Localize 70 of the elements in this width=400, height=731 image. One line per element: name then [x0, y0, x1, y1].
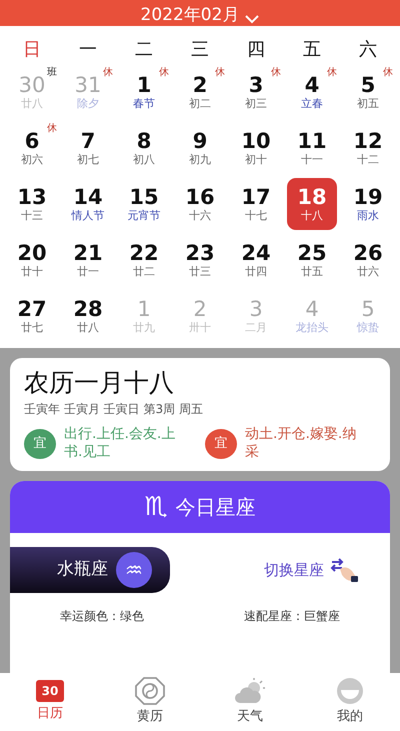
day-cell[interactable]: 9 初九 [175, 122, 225, 174]
day-cell[interactable]: 19 雨水 [343, 178, 393, 230]
day-cell[interactable]: 31 除夕 休 [63, 66, 113, 118]
current-sign-pill[interactable]: 水瓶座 ♒ [10, 547, 170, 593]
suitability-badge: 宜 [24, 428, 56, 458]
tab-button[interactable]: 我的 [300, 673, 400, 731]
holiday-mark: 休 [47, 124, 57, 134]
day-cell[interactable]: 22 廿二 [119, 234, 169, 286]
weekday-label: 三 [190, 38, 210, 62]
day-cell[interactable]: 10 初十 [231, 122, 281, 174]
day-cell[interactable]: 11 十一 [287, 122, 337, 174]
hand-swap-icon [330, 557, 360, 583]
holiday-mark: 休 [159, 68, 169, 78]
dropdown-caret-icon[interactable] [245, 15, 260, 24]
tab-button[interactable]: 天气 [200, 673, 300, 731]
weekday-label: 四 [246, 38, 266, 62]
holiday-mark: 休 [271, 68, 281, 78]
day-cell[interactable]: 6 初六 休 [7, 122, 57, 174]
bagua-icon [135, 677, 165, 706]
month-title[interactable]: 2022年02月 [140, 7, 240, 24]
cloud-sun-icon [234, 677, 266, 706]
smiley-icon [336, 677, 364, 706]
zodiac-fact: 幸运颜色：绿色 [60, 608, 144, 625]
day-cell[interactable]: 16 十六 [175, 178, 225, 230]
holiday-mark: 休 [103, 68, 113, 78]
day-cell[interactable]: 12 十二 [343, 122, 393, 174]
day-cell[interactable]: 5 初五 休 [343, 66, 393, 118]
day-cell[interactable]: 18 十八 [287, 178, 337, 230]
zodiac-fact: 速配星座：巨蟹座 [244, 608, 340, 625]
tab-button[interactable]: 黄历 [100, 673, 200, 731]
weekday-label: 一 [78, 38, 98, 62]
activities-text: 动土.开仓.嫁娶.纳采 [245, 426, 358, 461]
weekday-label: 六 [358, 38, 378, 62]
scorpio-symbol: ♏ [144, 494, 168, 520]
day-cell[interactable]: 1 春节 休 [119, 66, 169, 118]
weekday-label: 日 [22, 38, 42, 62]
day-cell[interactable]: 21 廿一 [63, 234, 113, 286]
holiday-mark: 班 [47, 68, 57, 78]
holiday-mark: 休 [215, 68, 225, 78]
day-cell[interactable]: 4 立春 休 [287, 66, 337, 118]
day-cell[interactable]: 14 情人节 [63, 178, 113, 230]
tab-button[interactable]: 30 日历 [0, 673, 100, 731]
day-cell[interactable]: 7 初七 [63, 122, 113, 174]
lunar-date-title: 农历一月十八 [24, 368, 175, 398]
day-cell[interactable]: 20 廿十 [7, 234, 57, 286]
calendar-icon: 30 [36, 680, 64, 702]
day-cell[interactable]: 24 廿四 [231, 234, 281, 286]
switch-sign-button[interactable]: 切换星座 [258, 556, 366, 584]
day-cell[interactable]: 23 廿三 [175, 234, 225, 286]
day-cell[interactable]: 28 廿八 [63, 290, 113, 342]
weekday-label: 五 [302, 38, 322, 62]
zodiac-title: 今日星座 [176, 494, 256, 521]
day-cell[interactable]: 2 初二 休 [175, 66, 225, 118]
day-cell[interactable]: 27 廿七 [7, 290, 57, 342]
day-cell[interactable]: 13 十三 [7, 178, 57, 230]
weekday-label: 二 [134, 38, 154, 62]
day-cell[interactable]: 8 初八 [119, 122, 169, 174]
day-cell[interactable]: 3 初三 休 [231, 66, 281, 118]
day-cell[interactable]: 25 廿五 [287, 234, 337, 286]
day-cell[interactable]: 15 元宵节 [119, 178, 169, 230]
day-cell[interactable]: 26 廿六 [343, 234, 393, 286]
ganzhi-text: 壬寅年 壬寅月 壬寅日 第3周 周五 [24, 401, 204, 418]
day-cell[interactable]: 30 廿八 班 [7, 66, 57, 118]
day-cell[interactable]: 17 十七 [231, 178, 281, 230]
holiday-mark: 休 [327, 68, 337, 78]
aquarius-symbol: ♒ [116, 552, 152, 588]
activities-text: 出行.上任.会友.上书.见工 [64, 426, 176, 461]
holiday-mark: 休 [383, 68, 393, 78]
suitability-badge: 宜 [205, 428, 237, 458]
sign-name: 水瓶座 [57, 558, 108, 582]
